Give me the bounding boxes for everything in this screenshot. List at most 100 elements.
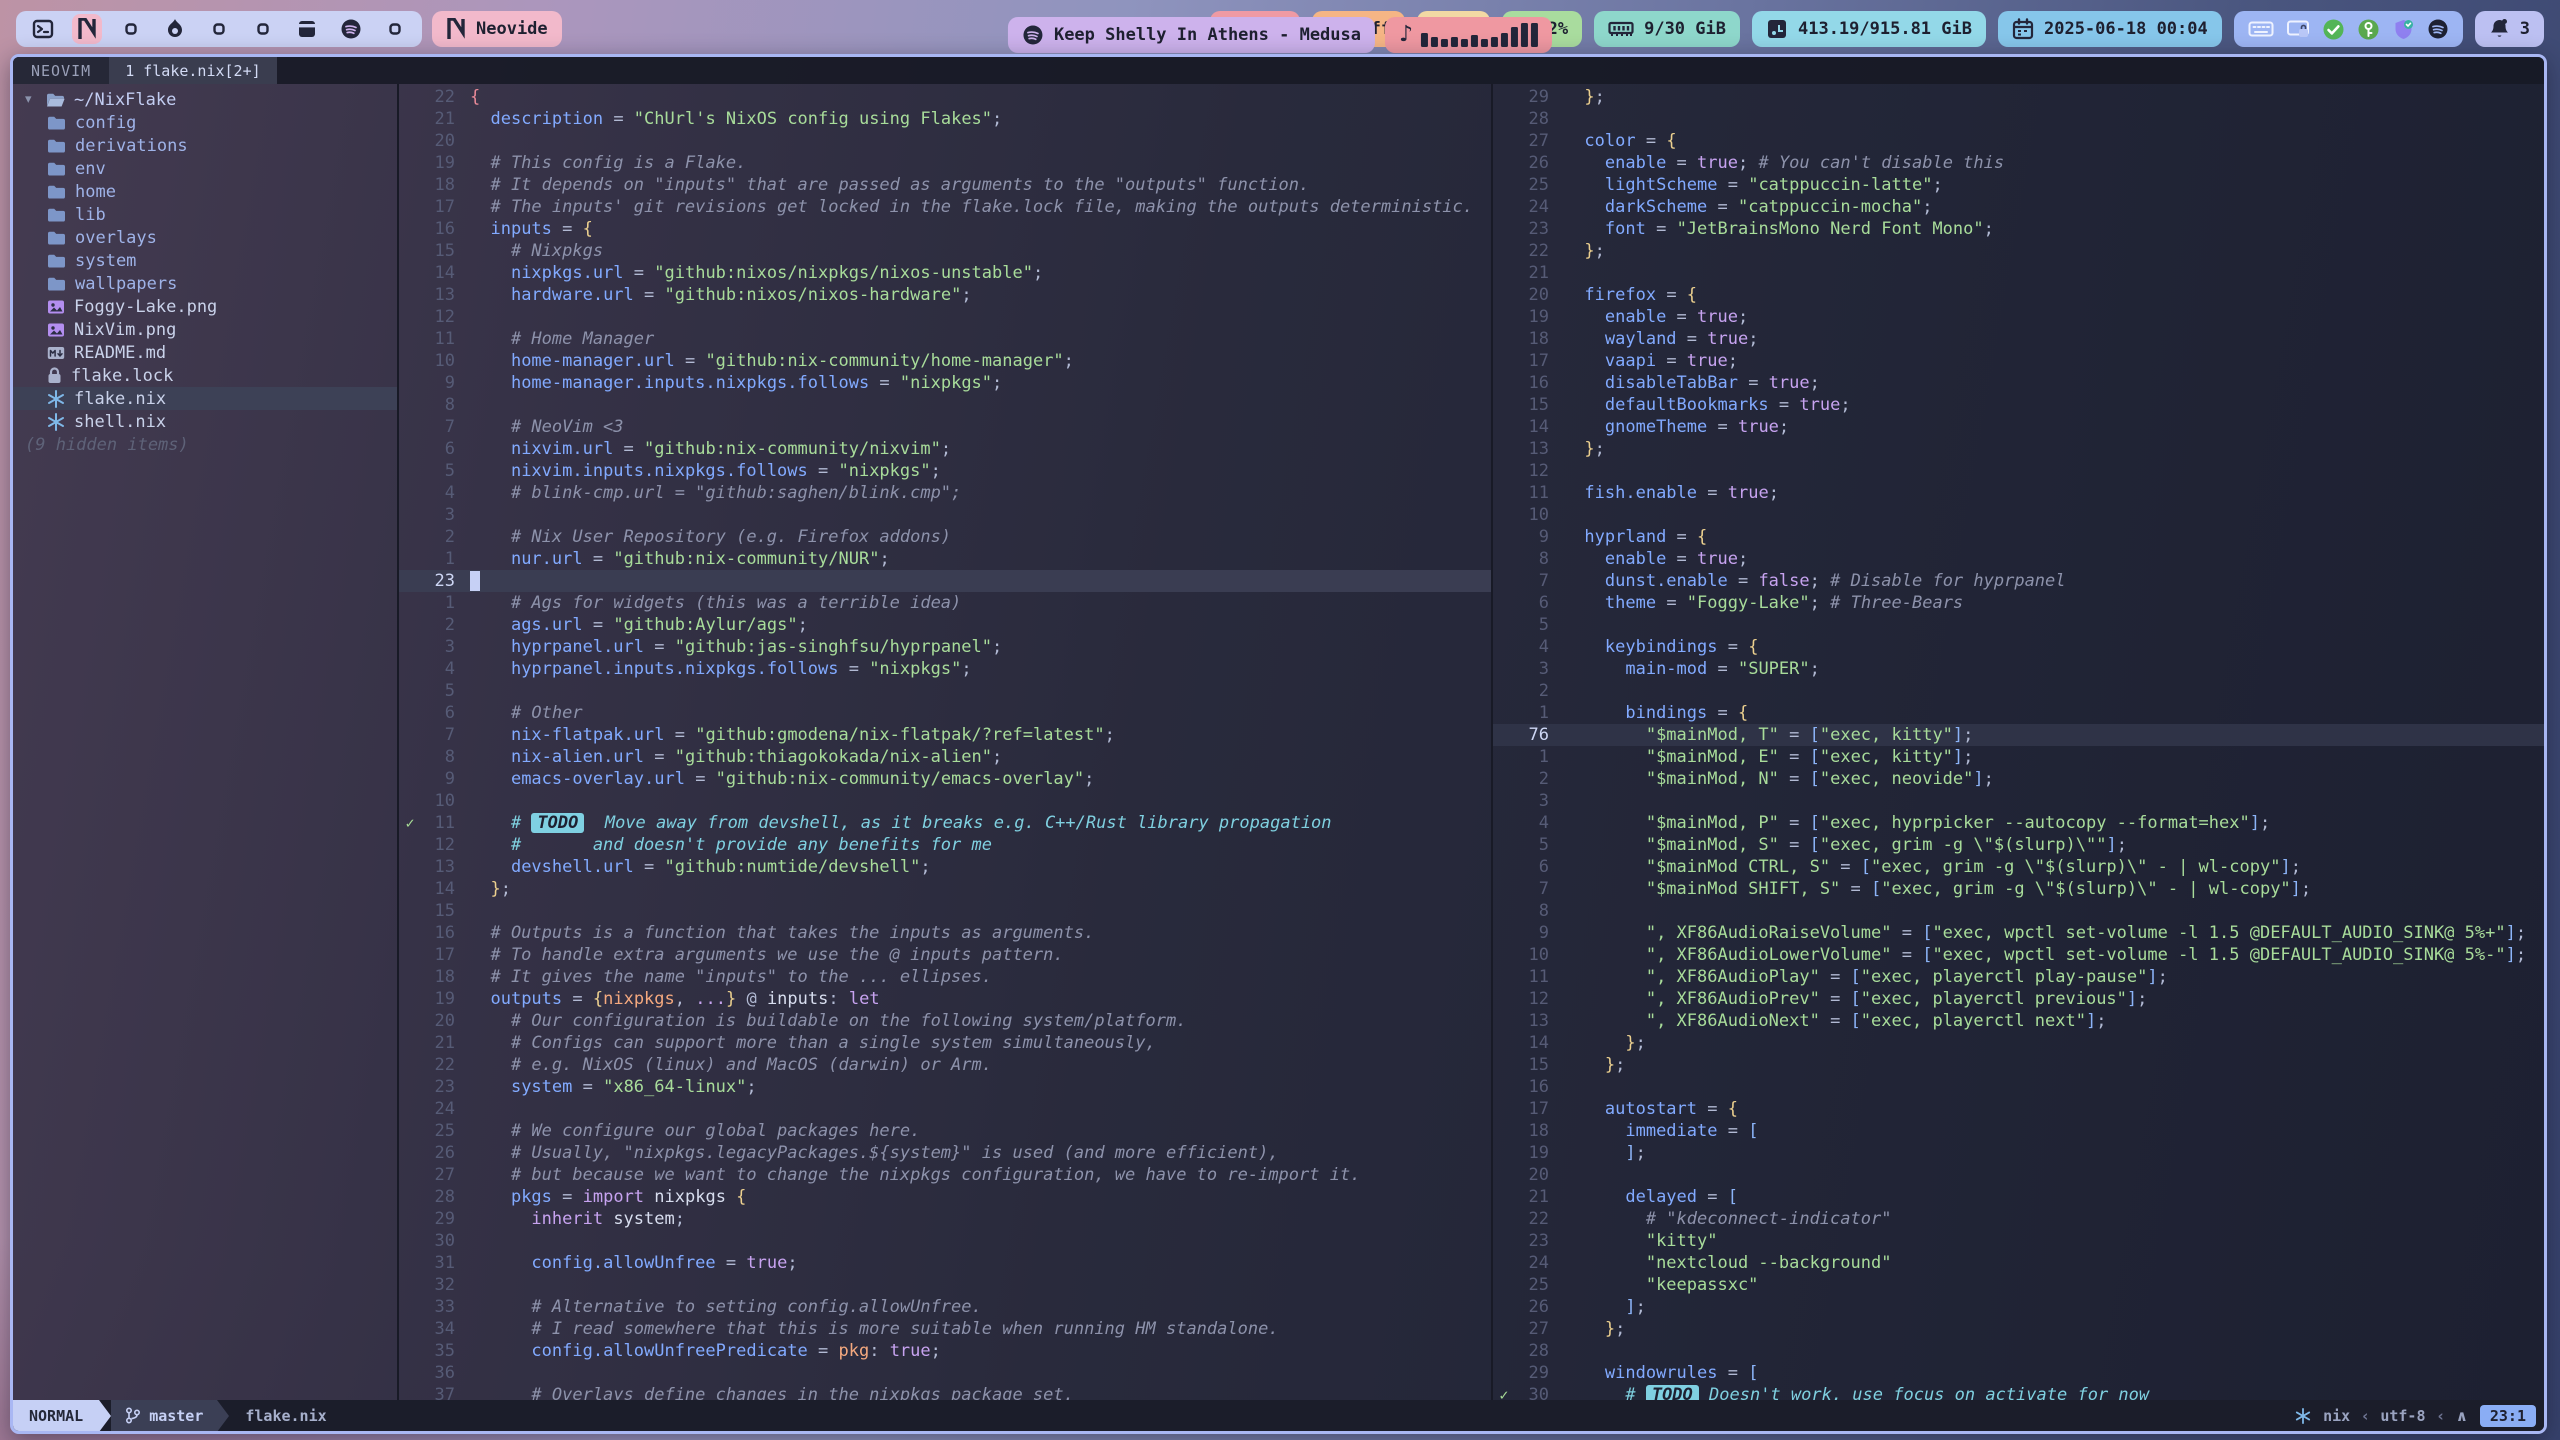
code-line[interactable]: 21 # Configs can support more than a sin… — [399, 1032, 1491, 1054]
code-line[interactable]: 1 # Ags for widgets (this was a terrible… — [399, 592, 1491, 614]
code-line[interactable]: 28 pkgs = import nixpkgs { — [399, 1186, 1491, 1208]
workspace-5[interactable] — [204, 14, 234, 44]
workspace-8[interactable] — [336, 14, 366, 44]
code-line[interactable]: 15 — [399, 900, 1491, 922]
code-line[interactable]: 17 vaapi = true; — [1493, 350, 2544, 372]
code-line[interactable]: 14 }; — [1493, 1032, 2544, 1054]
code-line[interactable]: 7 # NeoVim <3 — [399, 416, 1491, 438]
code-line[interactable]: 37 # Overlays define changes in the nixp… — [399, 1384, 1491, 1400]
code-line[interactable]: 8 nix-alien.url = "github:thiagokokada/n… — [399, 746, 1491, 768]
code-line[interactable]: 4 keybindings = { — [1493, 636, 2544, 658]
code-line[interactable]: 2 "$mainMod, N" = ["exec, neovide"]; — [1493, 768, 2544, 790]
code-line[interactable]: 21 description = "ChUrl's NixOS config u… — [399, 108, 1491, 130]
code-line[interactable]: 5 "$mainMod, S" = ["exec, grim -g \"$(sl… — [1493, 834, 2544, 856]
workspace-4[interactable] — [160, 14, 190, 44]
code-line[interactable]: 6 "$mainMod CTRL, S" = ["exec, grim -g \… — [1493, 856, 2544, 878]
code-line[interactable]: 17 # To handle extra arguments we use th… — [399, 944, 1491, 966]
notifications-widget[interactable]: 3 — [2475, 11, 2544, 47]
code-line[interactable]: 8 — [1493, 900, 2544, 922]
tree-item-env[interactable]: env — [13, 157, 397, 180]
tree-item-flake-nix[interactable]: flake.nix — [13, 387, 397, 410]
editor-pane-left[interactable]: 22{21 description = "ChUrl's NixOS confi… — [399, 84, 1493, 1400]
code-line[interactable]: 17 # The inputs' git revisions get locke… — [399, 196, 1491, 218]
code-line[interactable]: 24 darkScheme = "catppuccin-mocha"; — [1493, 196, 2544, 218]
code-line[interactable]: 14 nixpkgs.url = "github:nixos/nixpkgs/n… — [399, 262, 1491, 284]
tree-item-config[interactable]: config — [13, 111, 397, 134]
code-line[interactable]: 11 # Home Manager — [399, 328, 1491, 350]
code-line[interactable]: 28 — [1493, 108, 2544, 130]
code-line[interactable]: 6 # Other — [399, 702, 1491, 724]
code-line[interactable]: 13 ", XF86AudioNext" = ["exec, playerctl… — [1493, 1010, 2544, 1032]
code-line[interactable]: 13 devshell.url = "github:numtide/devshe… — [399, 856, 1491, 878]
code-line[interactable]: 25 "keepassxc" — [1493, 1274, 2544, 1296]
workspace-6[interactable] — [248, 14, 278, 44]
code-line[interactable]: 22{ — [399, 86, 1491, 108]
code-line[interactable]: 20 firefox = { — [1493, 284, 2544, 306]
code-line[interactable]: 16 inputs = { — [399, 218, 1491, 240]
tree-item-foggy-lake-png[interactable]: Foggy-Lake.png — [13, 295, 397, 318]
buffer-tab[interactable]: 1 flake.nix[2+] — [109, 57, 276, 84]
code-line[interactable]: 34 # I read somewhere that this is more … — [399, 1318, 1491, 1340]
code-line[interactable]: 5 — [399, 680, 1491, 702]
code-line[interactable]: 19 outputs = {nixpkgs, ...} @ inputs: le… — [399, 988, 1491, 1010]
workspace-3[interactable] — [116, 14, 146, 44]
key-icon[interactable] — [2357, 18, 2380, 41]
code-line[interactable]: 16 disableTabBar = true; — [1493, 372, 2544, 394]
code-line[interactable]: 3 hyprpanel.url = "github:jas-singhfsu/h… — [399, 636, 1491, 658]
tree-item--nixflake[interactable]: ▾~/NixFlake — [13, 88, 397, 111]
code-line[interactable]: 27 # but because we want to change the n… — [399, 1164, 1491, 1186]
code-line[interactable]: 19 # This config is a Flake. — [399, 152, 1491, 174]
code-line[interactable]: 20 — [1493, 1164, 2544, 1186]
code-line[interactable]: 29 windowrules = [ — [1493, 1362, 2544, 1384]
window-title-widget[interactable]: Neovide — [432, 11, 562, 47]
tree-item-shell-nix[interactable]: shell.nix — [13, 410, 397, 433]
code-line[interactable]: 19 enable = true; — [1493, 306, 2544, 328]
code-line[interactable]: 6 theme = "Foggy-Lake"; # Three-Bears — [1493, 592, 2544, 614]
code-line[interactable]: 13 hardware.url = "github:nixos/nixos-ha… — [399, 284, 1491, 306]
code-line[interactable]: 24 "nextcloud --background" — [1493, 1252, 2544, 1274]
code-line[interactable]: 29 inherit system; — [399, 1208, 1491, 1230]
code-line[interactable]: 35 config.allowUnfreePredicate = pkg: tr… — [399, 1340, 1491, 1362]
code-line[interactable]: 15 defaultBookmarks = true; — [1493, 394, 2544, 416]
code-line[interactable]: ✓30 # TODO Doesn't work, use focus_on_ac… — [1493, 1384, 2544, 1400]
code-line[interactable]: 12 — [399, 306, 1491, 328]
code-line[interactable]: 26 enable = true; # You can't disable th… — [1493, 152, 2544, 174]
now-playing-widget[interactable]: Keep Shelly In Athens - Medusa — [1008, 17, 1375, 53]
code-line[interactable]: 10 — [1493, 504, 2544, 526]
code-line[interactable]: 10 ", XF86AudioLowerVolume" = ["exec, wp… — [1493, 944, 2544, 966]
code-line[interactable]: 9 emacs-overlay.url = "github:nix-commun… — [399, 768, 1491, 790]
code-line[interactable]: 5 — [1493, 614, 2544, 636]
code-line[interactable]: 13 }; — [1493, 438, 2544, 460]
code-line[interactable]: 3 main-mod = "SUPER"; — [1493, 658, 2544, 680]
code-line[interactable]: 25 lightScheme = "catppuccin-latte"; — [1493, 174, 2544, 196]
code-line[interactable]: 9 ", XF86AudioRaiseVolume" = ["exec, wpc… — [1493, 922, 2544, 944]
code-line[interactable]: 26 ]; — [1493, 1296, 2544, 1318]
keyboard-icon[interactable] — [2248, 19, 2274, 39]
code-line[interactable]: 21 — [1493, 262, 2544, 284]
tree-item-wallpapers[interactable]: wallpapers — [13, 272, 397, 295]
code-line[interactable]: 27 color = { — [1493, 130, 2544, 152]
check-circle-icon[interactable] — [2322, 18, 2345, 41]
code-line[interactable]: 33 # Alternative to setting config.allow… — [399, 1296, 1491, 1318]
code-line[interactable]: 18 wayland = true; — [1493, 328, 2544, 350]
clock-widget[interactable]: 2025-06-18 00:04 — [1998, 11, 2222, 47]
code-line[interactable]: 12 # and doesn't provide any benefits fo… — [399, 834, 1491, 856]
code-line[interactable]: 2 # Nix User Repository (e.g. Firefox ad… — [399, 526, 1491, 548]
code-line[interactable]: 9 hyprland = { — [1493, 526, 2544, 548]
code-line[interactable]: 1 bindings = { — [1493, 702, 2544, 724]
audio-visualizer-widget[interactable]: ♪ — [1385, 17, 1552, 53]
code-line[interactable]: ✓11 # TODO Move away from devshell, as i… — [399, 812, 1491, 834]
code-line[interactable]: 27 }; — [1493, 1318, 2544, 1340]
code-line[interactable]: 1 nur.url = "github:nix-community/NUR"; — [399, 548, 1491, 570]
code-line[interactable]: 15 }; — [1493, 1054, 2544, 1076]
tree-item-flake-lock[interactable]: flake.lock — [13, 364, 397, 387]
code-line[interactable]: 7 "$mainMod SHIFT, S" = ["exec, grim -g … — [1493, 878, 2544, 900]
code-line[interactable]: 10 — [399, 790, 1491, 812]
code-line[interactable]: 3 — [399, 504, 1491, 526]
tree-item-nixvim-png[interactable]: NixVim.png — [13, 318, 397, 341]
code-line[interactable]: 11 ", XF86AudioPlay" = ["exec, playerctl… — [1493, 966, 2544, 988]
code-line[interactable]: 76 "$mainMod, T" = ["exec, kitty"]; — [1493, 724, 2544, 746]
code-line[interactable]: 22 }; — [1493, 240, 2544, 262]
code-line[interactable]: 28 — [1493, 1340, 2544, 1362]
code-line[interactable]: 7 dunst.enable = false; # Disable for hy… — [1493, 570, 2544, 592]
